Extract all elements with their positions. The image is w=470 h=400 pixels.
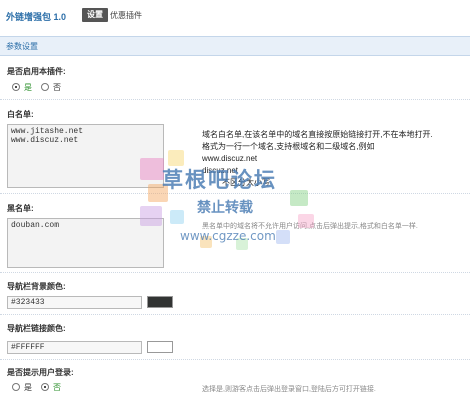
section-title: 参数设置 (6, 42, 38, 51)
login-prompt-label: 是否提示用户登录: (7, 368, 74, 377)
divider (0, 272, 470, 273)
nav-bg-color-input[interactable]: #323433 (7, 296, 142, 309)
tab-plugin-deals[interactable]: 优惠插件 (110, 10, 142, 21)
enable-yes-radio[interactable] (12, 83, 20, 91)
tab-settings[interactable]: 设置 (82, 8, 108, 22)
nav-link-color-swatch[interactable] (147, 341, 173, 353)
watermark-subtitle: 禁止转载 (197, 200, 253, 216)
whitelist-description-1: 域名白名单,在该名单中的域名直接按原始链接打开,不在本地打开. (202, 130, 433, 139)
divider (0, 359, 470, 360)
login-prompt-description: 选择是,则游客点击后弹出登录窗口,登陆后方可打开链接. (202, 386, 376, 393)
nav-bg-color-swatch[interactable] (147, 296, 173, 308)
enable-label: 是否启用本插件: (7, 67, 66, 76)
divider (0, 99, 470, 100)
section-header: 参数设置 (0, 36, 470, 56)
enable-yes-label[interactable]: 是 (24, 82, 32, 93)
whitelist-label: 白名单: (7, 110, 34, 119)
nav-link-color-input[interactable]: #FFFFFF (7, 341, 142, 354)
login-yes-label[interactable]: 是 (24, 382, 32, 393)
login-yes-radio[interactable] (12, 383, 20, 391)
nav-bg-label: 导航栏背景颜色: (7, 282, 66, 291)
login-no-radio[interactable] (41, 383, 49, 391)
plugin-title: 外链增强包 1.0 (6, 12, 67, 22)
watermark-url: www.cgzze.com (180, 229, 276, 243)
watermark-title: 草根吧论坛 (162, 168, 277, 192)
enable-no-radio[interactable] (41, 83, 49, 91)
blacklist-label: 黑名单: (7, 204, 34, 213)
divider (0, 314, 470, 315)
login-no-label[interactable]: 否 (53, 382, 61, 393)
title-bar (0, 0, 470, 30)
enable-no-label[interactable]: 否 (53, 82, 61, 93)
nav-link-label: 导航栏链接颜色: (7, 324, 66, 333)
